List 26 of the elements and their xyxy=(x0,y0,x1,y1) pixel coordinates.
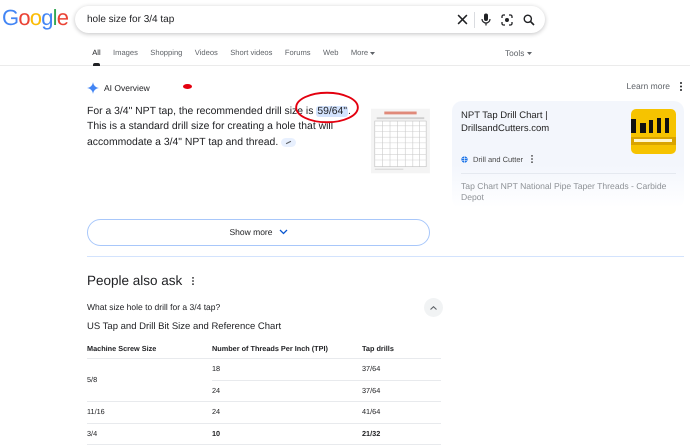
section-heading: People also ask xyxy=(87,272,182,290)
ai-overview-title: AI Overview xyxy=(104,82,150,95)
logo[interactable]: Google xyxy=(2,5,68,31)
more-options-icon[interactable] xyxy=(531,155,534,164)
question-row[interactable]: What size hole to drill for a 3/4 tap? xyxy=(87,298,443,317)
show-more-button[interactable]: Show more xyxy=(87,218,430,246)
question-text: What size hole to drill for a 3/4 tap? xyxy=(87,301,220,314)
sparkle-icon xyxy=(87,82,99,94)
search-field[interactable]: hole size for 3/4 tap xyxy=(87,12,457,27)
camera-icon[interactable] xyxy=(501,14,513,26)
close-icon[interactable] xyxy=(457,14,468,25)
more-options-icon[interactable] xyxy=(192,276,194,285)
caret-icon xyxy=(526,52,532,56)
search-icon[interactable] xyxy=(523,14,535,26)
chevron-down-icon xyxy=(278,229,288,236)
learn-more-link[interactable]: Learn more xyxy=(626,80,670,93)
link-icon[interactable] xyxy=(281,138,296,146)
answer-title: US Tap and Drill Bit Size and Reference Chart xyxy=(87,320,282,334)
annotation-dot xyxy=(183,84,192,89)
globe-icon xyxy=(461,156,468,163)
expand-toggle[interactable] xyxy=(424,298,443,317)
source-title-link[interactable]: NPT Tap Drill Chart | DrillsandCutters.com xyxy=(461,108,623,135)
tools-button[interactable]: Tools xyxy=(505,47,532,60)
chevron-up-icon xyxy=(430,306,437,310)
faded-snippet-text: Tap Chart NPT National Pipe Taper Threads - Carbide Depot xyxy=(461,173,676,203)
microphone-icon[interactable] xyxy=(481,13,491,26)
